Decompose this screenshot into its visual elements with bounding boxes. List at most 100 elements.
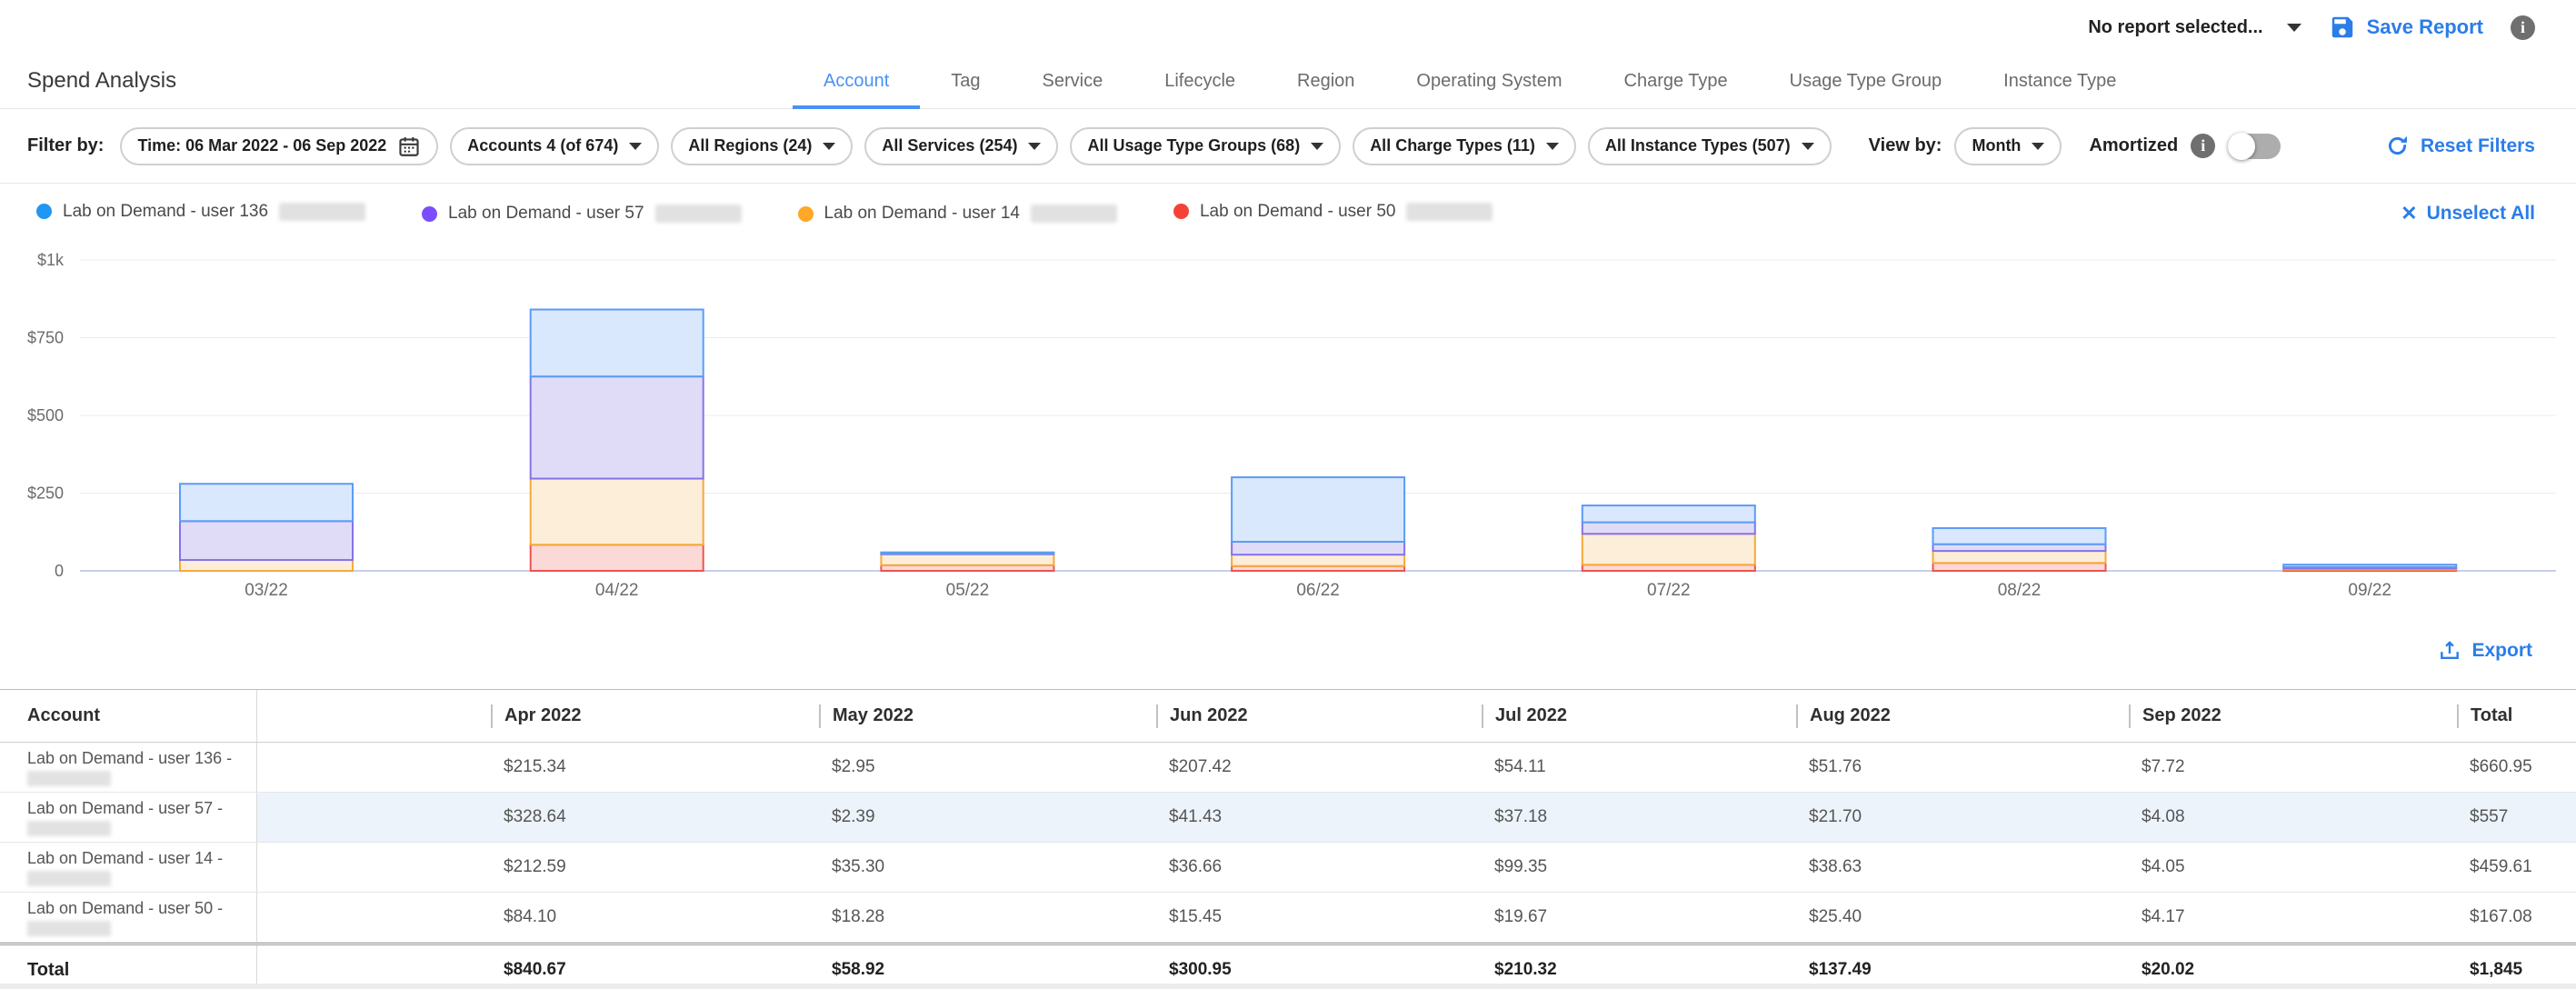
legend-item-label: Lab on Demand - user 50: [1200, 202, 1395, 222]
row-spacer: [257, 793, 491, 842]
tab-service[interactable]: Service: [1012, 71, 1134, 109]
column-header-jun-2022[interactable]: Jun 2022: [1156, 690, 1482, 742]
chart-bar-segment-lab-on-demand-user-136[interactable]: [1232, 477, 1404, 542]
column-header-sep-2022[interactable]: Sep 2022: [2129, 690, 2457, 742]
total-value-cell: $58.92: [819, 945, 1156, 989]
legend-item-lab-on-demand-user-136[interactable]: Lab on Demand - user 136: [36, 202, 365, 226]
legend-item-lab-on-demand-user-50[interactable]: Lab on Demand - user 50: [1173, 202, 1493, 226]
chart-bar-segment-lab-on-demand-user-14[interactable]: [881, 554, 1053, 565]
redacted-text: [27, 871, 111, 886]
column-header-aug-2022[interactable]: Aug 2022: [1796, 690, 2129, 742]
chart-bar-segment-lab-on-demand-user-14[interactable]: [531, 479, 704, 545]
table-total-row: Total$840.67$58.92$300.95$210.32$137.49$…: [0, 943, 2576, 989]
chart-bar-segment-lab-on-demand-user-57[interactable]: [1583, 523, 1755, 534]
legend-items: Lab on Demand - user 136 Lab on Demand - …: [36, 202, 1493, 226]
filter-pill-all-instance-types[interactable]: All Instance Types (507): [1588, 127, 1832, 165]
filter-pill-all-usage-type-groups[interactable]: All Usage Type Groups (68): [1070, 127, 1341, 165]
x-axis-tick-label: 03/22: [245, 581, 288, 600]
chart-bar-segment-lab-on-demand-user-57[interactable]: [531, 376, 704, 478]
chart-bar-segment-lab-on-demand-user-136[interactable]: [2283, 564, 2456, 567]
view-by-dropdown[interactable]: Month: [1954, 127, 2062, 165]
filter-pill-label: All Charge Types (11): [1370, 136, 1535, 155]
spend-table: Account Apr 2022May 2022 Jun 2022 Jul 2022A…: [0, 689, 2576, 989]
amortized-toggle[interactable]: [2228, 134, 2281, 159]
export-button[interactable]: Export: [2438, 639, 2532, 663]
account-name: Lab on Demand - user 14 -: [27, 849, 247, 868]
filter-bar: Filter by: Time: 06 Mar 2022 - 06 Sep 20…: [0, 109, 2576, 184]
chart-bar-segment-lab-on-demand-user-14[interactable]: [1583, 534, 1755, 564]
chart-bar-segment-lab-on-demand-user-50[interactable]: [531, 544, 704, 571]
value-cell: $35.30: [819, 843, 1156, 892]
tab-lifecycle[interactable]: Lifecycle: [1133, 71, 1266, 109]
chart-bar-segment-lab-on-demand-user-50[interactable]: [1933, 563, 2106, 571]
column-divider: [819, 704, 821, 728]
chart-bar-segment-lab-on-demand-user-14[interactable]: [180, 560, 353, 571]
column-header-jul-2022[interactable]: Jul 2022: [1482, 690, 1796, 742]
chart-bar-segment-lab-on-demand-user-57[interactable]: [1933, 544, 2106, 551]
legend-item-lab-on-demand-user-14[interactable]: Lab on Demand - user 14: [798, 204, 1117, 224]
account-name-cell: Lab on Demand - user 57 -: [0, 793, 257, 842]
column-divider: [2129, 704, 2131, 728]
table-row: Lab on Demand - user 57 -$328.64$2.39$41…: [0, 793, 2576, 843]
info-icon[interactable]: i: [2511, 15, 2535, 40]
filter-pill-all-regions[interactable]: All Regions (24): [671, 127, 853, 165]
column-divider: [1796, 704, 1798, 728]
value-cell: $328.64: [491, 793, 819, 842]
value-cell: $15.45: [1156, 893, 1482, 942]
redacted-text: [279, 203, 365, 221]
filter-pill-all-charge-types[interactable]: All Charge Types (11): [1353, 127, 1576, 165]
tab-operating-system[interactable]: Operating System: [1385, 71, 1593, 109]
tab-region[interactable]: Region: [1266, 71, 1385, 109]
chart-bar-segment-lab-on-demand-user-136[interactable]: [1583, 505, 1755, 523]
column-divider: [1482, 704, 1483, 728]
chart-bar-segment-lab-on-demand-user-14[interactable]: [1933, 551, 2106, 563]
chart-bar-segment-lab-on-demand-user-136[interactable]: [180, 484, 353, 521]
column-header-label: Total: [2471, 705, 2512, 726]
column-header-total[interactable]: Total: [2457, 690, 2576, 742]
unselect-all-button[interactable]: ✕ Unselect All: [2401, 203, 2535, 225]
save-report-button[interactable]: Save Report: [2329, 14, 2483, 41]
filter-pill-time-06-mar-2022-06-sep-2022[interactable]: Time: 06 Mar 2022 - 06 Sep 2022: [120, 127, 438, 165]
save-report-label: Save Report: [2367, 15, 2483, 39]
export-icon: [2438, 639, 2461, 663]
legend-item-line: Lab on Demand - user 14: [798, 204, 1117, 224]
tab-charge-type[interactable]: Charge Type: [1593, 71, 1759, 109]
column-header-may-2022[interactable]: May 2022: [819, 690, 1156, 742]
filter-pill-label: Time: 06 Mar 2022 - 06 Sep 2022: [137, 136, 386, 155]
chart-bar-segment-lab-on-demand-user-136[interactable]: [1933, 528, 2106, 544]
chart-bar-segment-lab-on-demand-user-136[interactable]: [881, 553, 1053, 554]
report-selector-dropdown[interactable]: No report selected...: [2088, 17, 2301, 38]
x-axis-tick-label: 08/22: [1998, 581, 2042, 600]
chart-bar-segment-lab-on-demand-user-57[interactable]: [180, 521, 353, 560]
filter-pill-label: All Instance Types (507): [1605, 136, 1791, 155]
legend-item-line: Lab on Demand - user 136: [36, 202, 365, 222]
filter-pill-accounts-4[interactable]: Accounts 4 (of 674): [450, 127, 659, 165]
amortized-group: Amortized i: [2089, 134, 2281, 159]
topbar: No report selected... Save Report i: [0, 0, 2576, 55]
tab-tag[interactable]: Tag: [920, 71, 1011, 109]
chart-bar-segment-lab-on-demand-user-57[interactable]: [1232, 542, 1404, 554]
tab-instance-type[interactable]: Instance Type: [1972, 71, 2147, 109]
tab-usage-type-group[interactable]: Usage Type Group: [1759, 71, 1973, 109]
chart-bar-segment-lab-on-demand-user-50[interactable]: [1583, 564, 1755, 571]
save-icon: [2329, 14, 2356, 41]
value-cell: $84.10: [491, 893, 819, 942]
legend-dot-icon: [422, 206, 437, 222]
toggle-knob: [2228, 133, 2255, 160]
column-header-apr-2022[interactable]: Apr 2022: [491, 690, 819, 742]
reset-filters-button[interactable]: Reset Filters: [2385, 134, 2535, 158]
chart-bar-segment-lab-on-demand-user-14[interactable]: [1232, 554, 1404, 566]
tab-account[interactable]: Account: [793, 71, 920, 109]
horizontal-scrollbar[interactable]: [0, 984, 2576, 989]
column-header-account[interactable]: Account: [0, 690, 257, 742]
filter-pill-all-services[interactable]: All Services (254): [864, 127, 1058, 165]
chart-bar-segment-lab-on-demand-user-136[interactable]: [531, 309, 704, 376]
column-header-label: Jun 2022: [1170, 705, 1248, 726]
info-icon[interactable]: i: [2191, 134, 2215, 158]
total-value-cell: $20.02: [2129, 945, 2457, 989]
row-spacer: [257, 843, 491, 892]
legend-item-lab-on-demand-user-57[interactable]: Lab on Demand - user 57: [422, 204, 741, 224]
account-name-cell: Lab on Demand - user 14 -: [0, 843, 257, 892]
table-row: Lab on Demand - user 50 -$84.10$18.28$15…: [0, 893, 2576, 943]
value-cell: $2.95: [819, 743, 1156, 792]
